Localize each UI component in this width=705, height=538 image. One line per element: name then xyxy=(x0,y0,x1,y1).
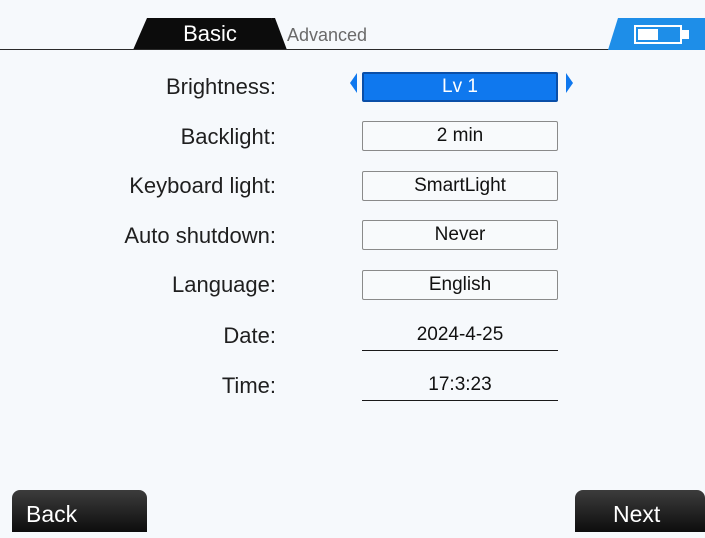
language-label: Language: xyxy=(172,272,276,297)
backlight-label: Backlight: xyxy=(180,124,276,149)
auto-shutdown-selector[interactable]: Never xyxy=(362,220,558,250)
time-field[interactable]: 17:3:23 xyxy=(362,371,558,401)
tab-advanced[interactable]: Advanced xyxy=(287,22,367,48)
keyboard-light-label: Keyboard light: xyxy=(129,173,276,198)
arrow-left-icon[interactable] xyxy=(350,73,357,93)
tab-bar-underline xyxy=(0,49,705,50)
battery-tip xyxy=(682,30,689,39)
back-button[interactable]: Back xyxy=(12,490,147,532)
language-selector[interactable]: English xyxy=(362,270,558,300)
auto-shutdown-label: Auto shutdown: xyxy=(124,223,276,248)
brightness-label: Brightness: xyxy=(165,74,276,99)
backlight-selector[interactable]: 2 min xyxy=(362,121,558,151)
date-label: Date: xyxy=(223,323,276,348)
brightness-selector[interactable]: Lv 1 xyxy=(362,72,558,102)
time-label: Time: xyxy=(221,373,276,398)
arrow-right-icon[interactable] xyxy=(566,73,573,93)
date-field[interactable]: 2024-4-25 xyxy=(362,321,558,351)
battery-fill xyxy=(638,29,658,40)
tab-basic-label[interactable]: Basic xyxy=(148,20,272,48)
tab-bar: Basic Advanced xyxy=(0,0,705,50)
battery-icon xyxy=(634,25,682,44)
next-button[interactable]: Next xyxy=(575,490,705,532)
keyboard-light-selector[interactable]: SmartLight xyxy=(362,171,558,201)
